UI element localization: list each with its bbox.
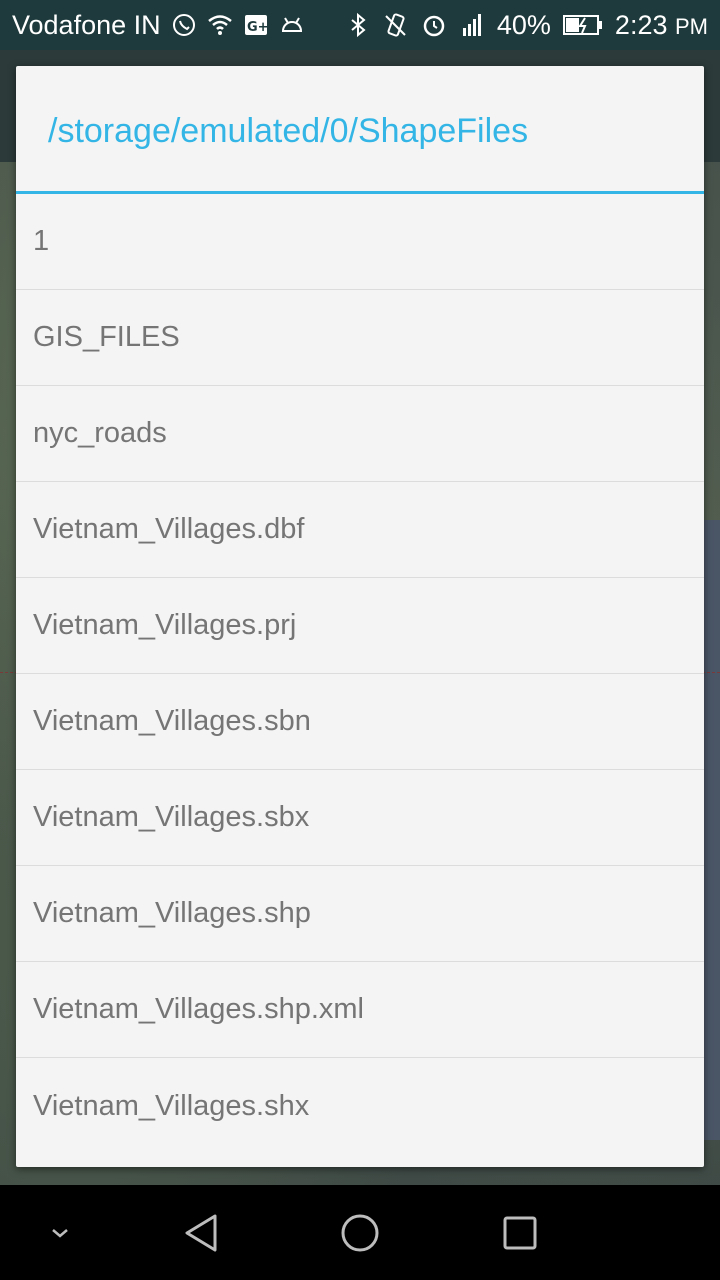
file-list-item[interactable]: Vietnam_Villages.sbx	[16, 770, 704, 866]
file-list-item[interactable]: Vietnam_Villages.dbf	[16, 482, 704, 578]
svg-text:G+: G+	[247, 20, 269, 35]
file-list-item[interactable]: nyc_roads	[16, 386, 704, 482]
alarm-icon	[421, 12, 447, 38]
file-chooser-dialog: /storage/emulated/0/ShapeFiles 1 GIS_FIL…	[16, 66, 704, 1167]
file-list-item[interactable]: Vietnam_Villages.shp.xml	[16, 962, 704, 1058]
bluetooth-icon	[345, 12, 371, 38]
hide-keyboard-chevron-icon[interactable]	[40, 1185, 80, 1280]
file-list-item[interactable]: Vietnam_Villages.shx	[16, 1058, 704, 1154]
whatsapp-icon	[171, 12, 197, 38]
status-bar: Vodafone IN G+ 40% 2:23 PM	[0, 0, 720, 50]
dialog-title-path: /storage/emulated/0/ShapeFiles	[16, 66, 704, 194]
battery-icon	[562, 12, 603, 38]
clock: 2:23 PM	[614, 9, 708, 40]
recents-icon[interactable]	[495, 1185, 545, 1280]
google-plus-icon: G+	[243, 12, 269, 38]
battery-percent: 40%	[496, 9, 551, 40]
wifi-icon	[207, 12, 233, 38]
file-list-item[interactable]: Vietnam_Villages.shp	[16, 866, 704, 962]
back-icon[interactable]	[176, 1185, 226, 1280]
android-icon	[279, 12, 305, 38]
file-list-item[interactable]: Vietnam_Villages.sbn	[16, 674, 704, 770]
file-list-item[interactable]: GIS_FILES	[16, 290, 704, 386]
vibrate-icon	[383, 12, 409, 38]
file-list-item[interactable]: 1	[16, 194, 704, 290]
signal-icon	[459, 12, 485, 38]
file-list-item[interactable]: Vietnam_Villages.prj	[16, 578, 704, 674]
navigation-bar	[0, 1185, 720, 1280]
file-list: 1 GIS_FILES nyc_roads Vietnam_Villages.d…	[16, 194, 704, 1154]
carrier-name: Vodafone IN	[12, 9, 161, 40]
home-icon[interactable]	[335, 1185, 385, 1280]
